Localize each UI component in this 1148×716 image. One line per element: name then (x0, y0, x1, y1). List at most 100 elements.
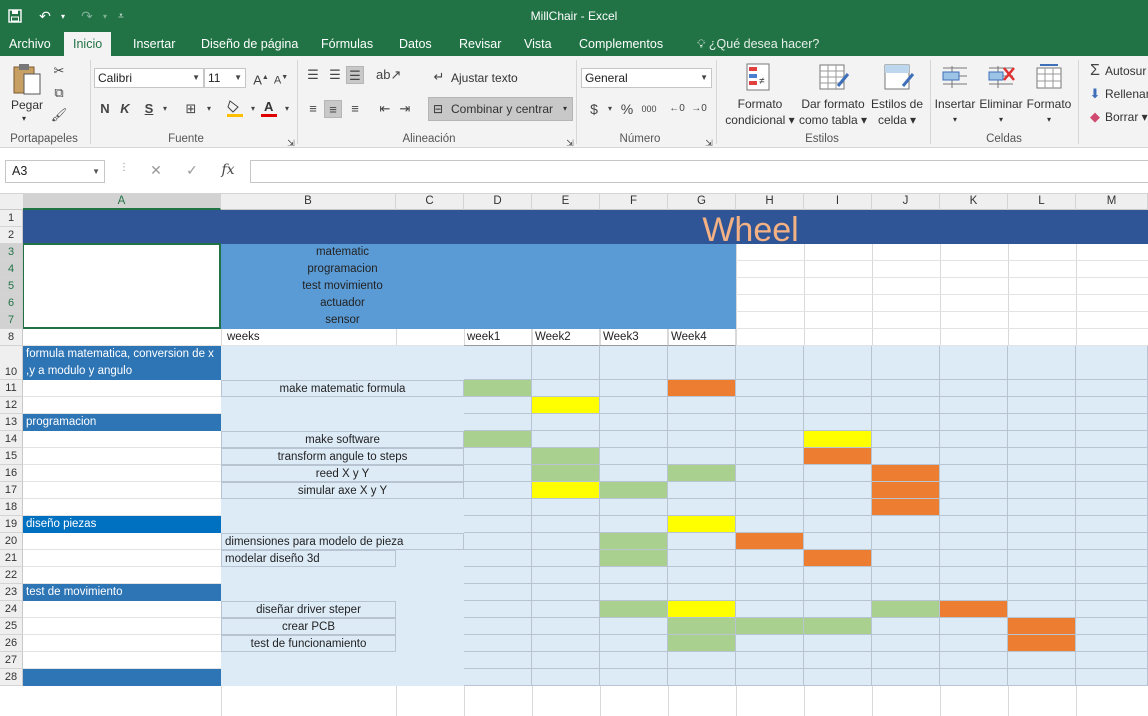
gantt-cell[interactable] (940, 346, 1008, 380)
gantt-cell[interactable] (532, 601, 600, 618)
gantt-cell[interactable] (600, 652, 668, 669)
tab-formulas[interactable]: Fórmulas (312, 32, 382, 56)
name-box[interactable]: A3 ▼ (5, 160, 105, 183)
cancel-icon[interactable]: ✕ (146, 162, 166, 179)
gantt-cell[interactable] (600, 618, 668, 635)
column-header-j[interactable]: J (872, 194, 940, 210)
gantt-bar[interactable] (532, 465, 600, 482)
gantt-cell[interactable] (1008, 465, 1076, 482)
gantt-cell[interactable] (940, 414, 1008, 431)
gantt-cell[interactable] (668, 414, 736, 431)
bold-button[interactable]: N (96, 100, 114, 118)
row-header-25[interactable]: 25 (0, 618, 23, 635)
gantt-cell[interactable] (804, 346, 872, 380)
fill-color-icon[interactable] (226, 98, 244, 117)
orientation-icon[interactable]: ab↗ (376, 66, 401, 84)
gantt-cell[interactable] (872, 516, 940, 533)
gantt-cell[interactable] (736, 431, 804, 448)
gantt-cell[interactable] (736, 516, 804, 533)
gantt-cell[interactable] (1076, 550, 1148, 567)
gantt-cell[interactable] (464, 414, 532, 431)
gantt-bar[interactable] (668, 465, 736, 482)
gantt-cell[interactable] (668, 397, 736, 414)
column-header-m[interactable]: M (1076, 194, 1148, 210)
paste-dropdown-icon[interactable]: ▾ (22, 114, 26, 123)
decrease-font-icon[interactable]: A▼ (272, 69, 290, 87)
gantt-cell[interactable] (600, 499, 668, 516)
gantt-cell[interactable] (1076, 618, 1148, 635)
gantt-bar[interactable] (464, 380, 532, 397)
row-header-5[interactable]: 5 (0, 278, 23, 295)
chevron-down-icon[interactable]: ▾ (156, 100, 174, 118)
gantt-cell[interactable] (464, 567, 532, 584)
gantt-cell[interactable] (804, 465, 872, 482)
gantt-cell[interactable] (736, 380, 804, 397)
fill-down-icon[interactable]: ⬇ (1086, 85, 1104, 103)
gantt-cell[interactable] (1076, 448, 1148, 465)
gantt-bar[interactable] (804, 448, 872, 465)
row-header-11[interactable]: 11 (0, 380, 23, 397)
font-size-select[interactable]: 11 ▼ (204, 68, 246, 88)
gantt-cell[interactable] (1076, 431, 1148, 448)
gantt-cell[interactable] (736, 346, 804, 380)
gantt-cell[interactable] (1008, 397, 1076, 414)
font-color-icon[interactable]: A (260, 98, 278, 117)
gantt-cell[interactable] (940, 550, 1008, 567)
row-header-14[interactable]: 14 (0, 431, 23, 448)
gantt-cell[interactable] (1076, 635, 1148, 652)
chevron-down-icon[interactable]: ▾ (601, 100, 619, 118)
tab-archivo[interactable]: Archivo (0, 32, 60, 56)
insert-cells-button[interactable]: Insertar ▾ (932, 96, 978, 128)
gantt-cell[interactable] (1008, 584, 1076, 601)
eraser-icon[interactable]: ◆ (1086, 108, 1104, 126)
row-header-16[interactable]: 16 (0, 465, 23, 482)
copy-icon[interactable]: ⧉ (50, 84, 68, 102)
gantt-cell[interactable] (804, 414, 872, 431)
tell-me-box[interactable]: 💡︎ ¿Qué desea hacer? (688, 32, 828, 56)
gantt-cell[interactable] (668, 584, 736, 601)
enter-icon[interactable]: ✓ (182, 162, 202, 179)
row-header-23[interactable]: 23 (0, 584, 23, 601)
gantt-cell[interactable] (1008, 414, 1076, 431)
gantt-cell[interactable] (940, 516, 1008, 533)
chevron-down-icon[interactable]: ▾ (278, 100, 296, 118)
gantt-cell[interactable] (736, 499, 804, 516)
increase-indent-icon[interactable]: ⇥ (396, 100, 414, 118)
gantt-cell[interactable] (600, 516, 668, 533)
gantt-cell[interactable] (804, 635, 872, 652)
gantt-cell[interactable] (804, 669, 872, 686)
gantt-cell[interactable] (940, 584, 1008, 601)
gantt-cell[interactable] (804, 482, 872, 499)
column-header-b[interactable]: B (221, 194, 396, 210)
borders-icon[interactable]: ⊞ (182, 100, 200, 118)
gantt-cell[interactable] (600, 635, 668, 652)
gantt-cell[interactable] (532, 380, 600, 397)
align-center-icon[interactable]: ≡ (324, 100, 342, 118)
gantt-cell[interactable] (940, 669, 1008, 686)
gantt-cell[interactable] (600, 346, 668, 380)
gantt-cell[interactable] (464, 652, 532, 669)
decrease-decimal-icon[interactable]: →0 (690, 100, 708, 118)
conditional-format-icon[interactable]: ≠ (745, 62, 775, 94)
row-header-12[interactable]: 12 (0, 397, 23, 414)
gantt-cell[interactable] (736, 550, 804, 567)
gantt-cell[interactable] (600, 584, 668, 601)
gantt-cell[interactable] (804, 584, 872, 601)
decrease-indent-icon[interactable]: ⇤ (376, 100, 394, 118)
tab-vista[interactable]: Vista (515, 32, 561, 56)
gantt-cell[interactable] (668, 499, 736, 516)
gantt-cell[interactable] (804, 499, 872, 516)
column-header-i[interactable]: I (804, 194, 872, 210)
gantt-cell[interactable] (1076, 516, 1148, 533)
merge-center-button[interactable]: Combinar y centrar ⊟ ▾ (428, 97, 573, 121)
gantt-cell[interactable] (804, 601, 872, 618)
gantt-cell[interactable] (532, 567, 600, 584)
gantt-cell[interactable] (668, 448, 736, 465)
align-middle-icon[interactable]: ☰ (326, 66, 344, 84)
row-header-24[interactable]: 24 (0, 601, 23, 618)
format-painter-icon[interactable]: 🖌︎ (50, 106, 68, 124)
gantt-cell[interactable] (464, 397, 532, 414)
gantt-cell[interactable] (1008, 448, 1076, 465)
gantt-bar[interactable] (532, 397, 600, 414)
gantt-cell[interactable] (872, 397, 940, 414)
